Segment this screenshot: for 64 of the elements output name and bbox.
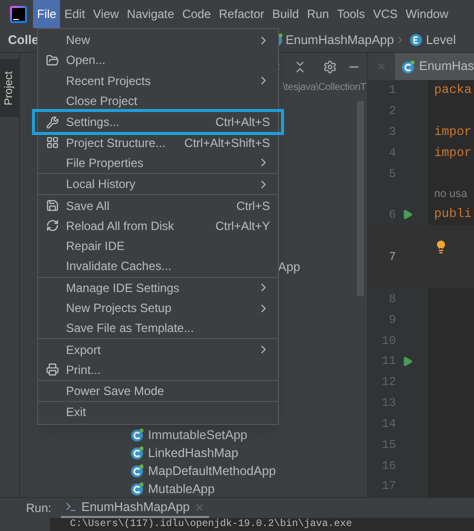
tree-item[interactable]: LinkedHashMap [130, 444, 358, 462]
menu-bar-item[interactable]: Code [178, 0, 215, 28]
menu-bar-item[interactable]: Run [302, 0, 333, 28]
editor-tab[interactable]: EnumHas [395, 53, 474, 80]
menu-item[interactable]: Save File as Template... [38, 318, 278, 338]
project-side-tab[interactable]: Project [0, 59, 20, 117]
menu-item[interactable]: Open... [38, 50, 278, 71]
grid-icon [46, 136, 59, 150]
line-number: 7 [388, 248, 396, 266]
tree-item[interactable]: ImmutableSetApp [130, 426, 358, 444]
tree-item[interactable]: App [278, 257, 358, 278]
breadcrumb-item[interactable]: EnumHashMapApp [286, 30, 394, 50]
menu-bar-item[interactable]: Build [268, 0, 303, 28]
menu-item[interactable]: Power Save Mode [38, 381, 278, 402]
menu-item[interactable]: Exit [38, 402, 278, 423]
shortcut-text: Ctrl+Alt+S [215, 114, 270, 132]
menu-bar-item[interactable]: Window [402, 0, 452, 28]
tree-item[interactable]: MapDefaultMethodApp [130, 462, 358, 480]
menu-item[interactable]: Print... [38, 360, 278, 380]
enum-icon [408, 33, 423, 47]
code-text: packa [434, 82, 472, 100]
menu-bar-item[interactable]: Navigate [122, 0, 178, 28]
run-label: Run: [26, 500, 52, 517]
usage-hint: no usa [433, 186, 468, 202]
menu-item[interactable]: New [38, 30, 278, 50]
run-icon[interactable] [402, 209, 414, 220]
app-logo-icon [10, 6, 27, 22]
menu-item[interactable]: Local History [38, 174, 278, 194]
folder-icon [46, 54, 59, 67]
run-icon[interactable] [402, 356, 414, 367]
menu-item[interactable]: Repair IDE [38, 236, 278, 256]
menu-bar-item[interactable]: View [89, 0, 123, 28]
menu-item[interactable]: Project Structure... Ctrl+Alt+Shift+S [38, 132, 278, 153]
menu-bar-item[interactable]: Tools [332, 0, 369, 28]
menu-bar-item[interactable]: File [33, 0, 60, 28]
code-text: impor [434, 144, 472, 162]
menu-item[interactable]: Close Project [38, 90, 278, 112]
menu-item[interactable]: Reload All from Disk Ctrl+Alt+Y [38, 216, 278, 236]
menu-bar-item[interactable]: VCS [368, 0, 402, 28]
code-text: publi [434, 206, 472, 224]
menu-item[interactable]: Export [38, 339, 278, 360]
menu-item[interactable]: Manage IDE Settings [38, 278, 278, 298]
wrench-icon [46, 116, 59, 129]
shortcut-text: Ctrl+S [236, 198, 270, 215]
menu-bar-item[interactable]: Refactor [214, 0, 268, 28]
project-title: Colle [8, 32, 39, 49]
shortcut-text: Ctrl+Alt+Shift+S [184, 134, 270, 152]
breadcrumb-item[interactable]: Level [426, 30, 456, 50]
menu-item[interactable]: File Properties [38, 152, 278, 174]
console-icon [65, 501, 78, 513]
menu-item[interactable]: Recent Projects [38, 70, 278, 91]
menu-item[interactable]: Settings... Ctrl+Alt+S [35, 112, 281, 132]
code-text: impor [434, 124, 472, 141]
settings-icon[interactable] [323, 60, 338, 74]
menu-item[interactable]: Save All Ctrl+S [38, 195, 278, 216]
reload-icon [46, 219, 59, 232]
tree-item[interactable]: MutableApp [130, 480, 358, 498]
menu-item[interactable]: Invalidate Caches... [38, 256, 278, 277]
menu-bar-item[interactable]: Edit [60, 0, 90, 28]
console-output: C:\Users\(117).idlu\openjdk-19.0.2\bin\java.exe [69, 518, 352, 530]
shortcut-text: Ctrl+Alt+Y [215, 218, 270, 235]
project-path: \tesjava\CollectionT [282, 81, 368, 95]
menu-item[interactable]: New Projects Setup [38, 298, 278, 318]
printer-icon [46, 363, 59, 376]
